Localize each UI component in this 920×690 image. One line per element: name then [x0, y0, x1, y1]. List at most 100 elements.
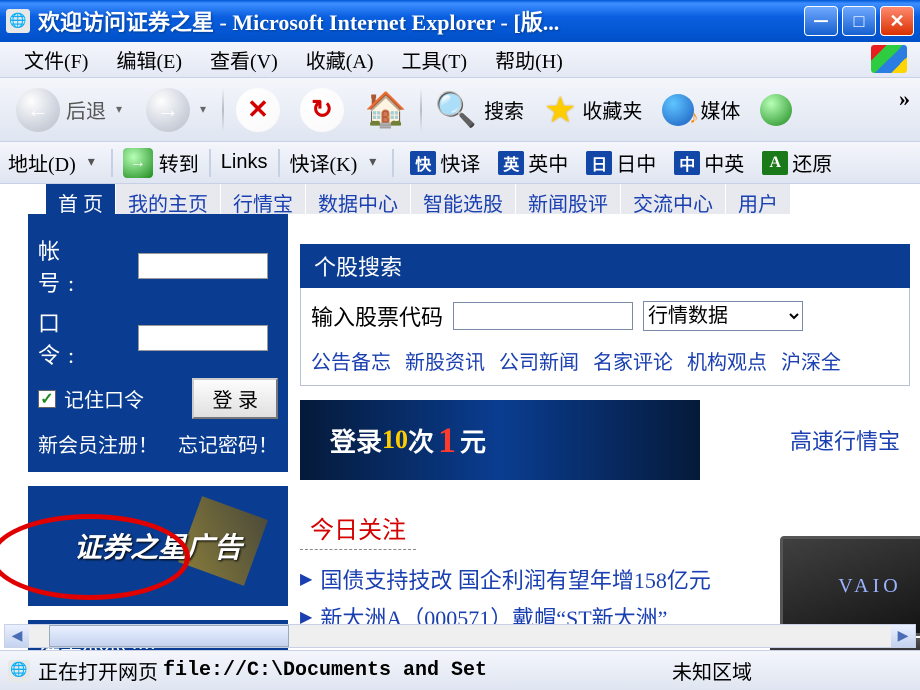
stop-button[interactable]: ✕: [228, 84, 288, 136]
address-dropdown-icon[interactable]: ▾: [82, 154, 101, 171]
status-bar: 🌐 正在打开网页 file://C:\Documents and Set 未知区…: [0, 650, 920, 690]
cat-link[interactable]: 沪深全: [781, 346, 841, 375]
search-icon: 🔍: [434, 88, 478, 132]
cat-link[interactable]: 新股资讯: [405, 346, 485, 375]
window-minimize-button[interactable]: －: [804, 6, 838, 36]
search-button[interactable]: 🔍 搜索: [426, 84, 532, 136]
promo-banner: 登录 10 次 1 元 VAIO 高速行情宝: [300, 400, 910, 480]
go-button[interactable]: →: [123, 148, 153, 178]
promo-mid: 10: [382, 425, 408, 455]
tab-data[interactable]: 数据中心: [306, 184, 411, 214]
pill-ri-box: 日: [586, 151, 612, 175]
stock-code-label: 输入股票代码: [311, 300, 443, 332]
home-button[interactable]: 🏠: [356, 84, 416, 136]
ad-panel[interactable]: 证券之星广告: [28, 486, 288, 606]
stock-code-input[interactable]: [453, 302, 633, 330]
window-titlebar: 🌐 欢迎访问证券之星 - Microsoft Internet Explorer…: [0, 0, 920, 42]
back-label: 后退: [66, 95, 106, 124]
menu-tools[interactable]: 工具(T): [388, 41, 482, 78]
ad-text: 证券之星广告: [74, 526, 242, 566]
right-column: 个股搜索 输入股票代码 行情数据 公告备忘 新股资讯 公司新闻 名家评论 机构观…: [300, 214, 910, 636]
window-maximize-button[interactable]: □: [842, 6, 876, 36]
cat-link[interactable]: 公司新闻: [499, 346, 579, 375]
menu-favorites[interactable]: 收藏(A): [292, 41, 388, 78]
pill-zhong-box: 中: [674, 151, 700, 175]
kuaiyi-dropdown-icon[interactable]: ▾: [363, 154, 382, 171]
login-button[interactable]: 登 录: [192, 378, 278, 419]
status-page-icon: 🌐: [8, 660, 30, 682]
forward-arrow-icon: →: [146, 88, 190, 132]
tab-smart[interactable]: 智能选股: [411, 184, 516, 214]
menu-file[interactable]: 文件(F): [10, 41, 102, 78]
forgot-link[interactable]: 忘记密码！: [178, 429, 278, 458]
account-label: 帐 号:: [38, 234, 124, 298]
password-input[interactable]: [138, 325, 268, 351]
tab-user[interactable]: 用户: [726, 184, 791, 214]
back-button[interactable]: ← 后退 ▾: [8, 84, 134, 136]
separator: [209, 149, 211, 177]
pill-ying-box: 英: [498, 151, 524, 175]
history-icon: [760, 94, 792, 126]
cat-link[interactable]: 机构观点: [687, 346, 767, 375]
pill-ri[interactable]: 日日中: [580, 146, 662, 179]
kuaiyi-label[interactable]: 快译(K): [290, 148, 358, 177]
menu-edit[interactable]: 编辑(E): [102, 41, 196, 78]
favorites-button[interactable]: ★ 收藏夹: [536, 85, 650, 135]
remember-checkbox[interactable]: ✓: [38, 390, 56, 408]
tab-comm[interactable]: 交流中心: [621, 184, 726, 214]
toolbar: ← 后退 ▾ → ▾ ✕ ↻ 🏠 🔍 搜索 ★ 收藏夹 媒体 »: [0, 78, 920, 142]
register-link[interactable]: 新会员注册！: [38, 429, 158, 458]
promo-link[interactable]: 高速行情宝: [790, 424, 900, 456]
pill-kuai-text: 快译: [440, 148, 480, 177]
back-dropdown-icon[interactable]: ▾: [112, 102, 126, 117]
account-input[interactable]: [138, 253, 268, 279]
history-button[interactable]: [752, 90, 800, 130]
menu-help[interactable]: 帮助(H): [481, 41, 577, 78]
go-label: 转到: [159, 148, 199, 177]
cat-link[interactable]: 名家评论: [593, 346, 673, 375]
remember-label: 记住口令: [64, 384, 144, 413]
status-loading: 正在打开网页: [38, 656, 158, 685]
promo-one: 1: [438, 419, 456, 461]
stock-search-body: 输入股票代码 行情数据 公告备忘 新股资讯 公司新闻 名家评论 机构观点 沪深全: [300, 288, 910, 386]
links-label[interactable]: Links: [221, 151, 268, 174]
data-type-select[interactable]: 行情数据: [643, 301, 803, 331]
scroll-track[interactable]: [29, 625, 891, 647]
media-icon: [662, 94, 694, 126]
toolbar-overflow-icon[interactable]: »: [899, 86, 910, 112]
menu-view[interactable]: 查看(V): [196, 41, 292, 78]
refresh-button[interactable]: ↻: [292, 84, 352, 136]
promo-yuan: 元: [460, 422, 486, 459]
promo-image[interactable]: 登录 10 次 1 元: [300, 400, 700, 480]
news-link[interactable]: 国债支持技改 国企利润有望年增158亿元: [320, 563, 711, 595]
home-icon: 🏠: [364, 88, 408, 132]
star-icon: ★: [544, 89, 576, 131]
tab-news[interactable]: 新闻股评: [516, 184, 621, 214]
tab-mypage[interactable]: 我的主页: [116, 184, 221, 214]
media-button[interactable]: 媒体: [654, 90, 748, 130]
window-close-button[interactable]: ✕: [880, 6, 914, 36]
forward-button[interactable]: → ▾: [138, 84, 218, 136]
pill-zhong[interactable]: 中中英: [668, 146, 750, 179]
scroll-left-button[interactable]: ◀: [5, 625, 29, 647]
pill-kuai[interactable]: 快快译: [404, 146, 486, 179]
separator: [392, 149, 394, 177]
horizontal-scrollbar[interactable]: ◀ ▶: [4, 624, 916, 648]
laptop-screen: VAIO: [780, 536, 920, 636]
promo-suf: 次: [408, 422, 434, 459]
cat-link[interactable]: 公告备忘: [311, 346, 391, 375]
password-label: 口 令:: [38, 306, 124, 370]
scroll-right-button[interactable]: ▶: [891, 625, 915, 647]
scroll-thumb[interactable]: [49, 625, 289, 647]
tab-home[interactable]: 首 页: [46, 184, 116, 214]
forward-dropdown-icon[interactable]: ▾: [196, 102, 210, 117]
tab-hangqing[interactable]: 行情宝: [221, 184, 306, 214]
stock-search-header: 个股搜索: [300, 244, 910, 288]
site-tabs: 首 页 我的主页 行情宝 数据中心 智能选股 新闻股评 交流中心 用户: [46, 184, 920, 214]
pill-kuai-box: 快: [410, 151, 436, 175]
media-label: 媒体: [700, 95, 740, 124]
page-content: 首 页 我的主页 行情宝 数据中心 智能选股 新闻股评 交流中心 用户 帐 号:…: [0, 184, 920, 650]
pill-ying[interactable]: 英英中: [492, 146, 574, 179]
stop-icon: ✕: [236, 88, 280, 132]
pill-huan[interactable]: A还原: [756, 146, 838, 179]
